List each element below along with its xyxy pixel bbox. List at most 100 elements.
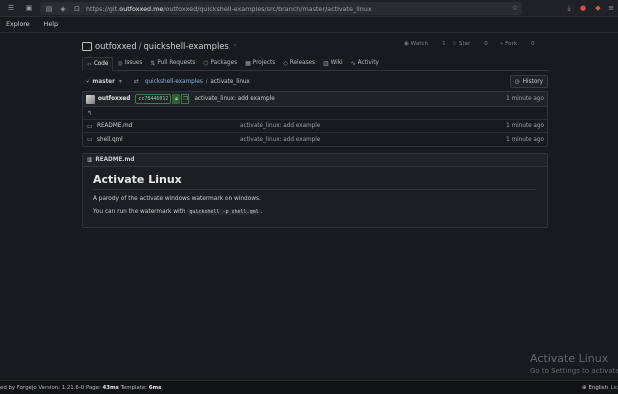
repo-tabs: ‹› Code ◎ Issues ⇅ Pull Requests ⬡ Packages …: [82, 57, 548, 71]
nav-explore[interactable]: Explore: [6, 21, 30, 28]
readme-body: Activate Linux A parody of the activate …: [83, 167, 547, 228]
commit-time: 1 minute ago: [506, 96, 544, 102]
readme-paragraph: You can run the watermark with quickshel…: [93, 209, 263, 215]
breadcrumb-current: activate_linux: [210, 78, 250, 85]
site-nav: Explore Help: [0, 17, 618, 33]
branch-icon: ⑂: [86, 78, 90, 85]
activate-linux-watermark: Activate Linux Go to Settings to activat…: [530, 352, 618, 375]
url-bar[interactable]: ▤ ◈ ⊡ https://git. outfoxxed.me/outfoxxed…: [40, 2, 522, 15]
book-icon: ▥: [87, 157, 93, 163]
compare-icon[interactable]: ⇄: [134, 78, 139, 85]
lock-icon[interactable]: ⊡: [72, 4, 82, 14]
readme-header: ▥ README.md: [83, 154, 547, 167]
file-name[interactable]: shell.qml: [97, 137, 123, 143]
back-arrow-icon: ↰: [87, 109, 93, 117]
table-row[interactable]: ▭ shell.qml activate_linux: add example …: [83, 133, 547, 146]
tab-packages[interactable]: ⬡ Packages: [199, 56, 241, 70]
inline-code: quickshell -p shell.qml: [187, 209, 261, 215]
history-icon: ◷: [514, 78, 520, 85]
file-time: 1 minute ago: [506, 123, 544, 129]
table-row[interactable]: ▭ README.md activate_linux: add example …: [83, 120, 547, 133]
reader-icon: ▤: [45, 4, 53, 13]
file-commit-message[interactable]: activate_linux: add example: [240, 123, 320, 129]
tab-pull-requests[interactable]: ⇅ Pull Requests: [146, 56, 199, 70]
extension-icon[interactable]: ◆: [593, 3, 603, 13]
star-count: 0: [484, 41, 488, 47]
download-icon[interactable]: ⤓: [564, 3, 574, 13]
branch-selector[interactable]: ⑂ master ▾: [82, 76, 126, 88]
branch-name: master: [92, 78, 115, 85]
repo-separator: /: [138, 41, 142, 51]
latest-commit-bar: outfoxxed cc78446012 🔒︎ ❐ activate_linux…: [83, 92, 547, 107]
extension-badge-icon[interactable]: ●: [578, 3, 588, 13]
chevron-down-icon: ▾: [118, 78, 122, 85]
watch-button[interactable]: ◉ Watch 1: [404, 41, 452, 47]
verified-lock-icon: 🔒︎: [172, 94, 181, 104]
shield-icon[interactable]: ◈: [58, 4, 68, 14]
breadcrumb: quickshell-examples / activate_linux: [145, 79, 250, 85]
tab-releases[interactable]: ◇ Releases: [279, 56, 319, 70]
bookmark-star-icon[interactable]: ☆: [510, 3, 520, 13]
package-icon: ⬡: [203, 59, 209, 67]
fork-button[interactable]: ⑂ Fork 0: [500, 41, 548, 47]
file-table: outfoxxed cc78446012 🔒︎ ❐ activate_linux…: [82, 91, 548, 147]
tab-projects[interactable]: ▦ Projects: [241, 56, 279, 70]
tab-issues[interactable]: ◎ Issues: [113, 56, 146, 70]
tab-list-icon[interactable]: ▣: [24, 3, 34, 13]
sidebar-toggle-icon[interactable]: ☰: [6, 3, 16, 13]
globe-icon: ⊕: [582, 384, 587, 391]
readme-paragraph: A parody of the activate windows waterma…: [93, 196, 261, 202]
watermark-subtitle: Go to Settings to activate: [530, 367, 618, 375]
star-button[interactable]: ☆ Star 0: [452, 41, 500, 47]
file-icon: ▭: [87, 136, 93, 143]
repo-actions: ◉ Watch 1 ☆ Star 0 ⑂ Fork 0: [404, 41, 548, 47]
readme-title: Activate Linux: [93, 173, 536, 190]
issue-icon: ◎: [117, 59, 123, 67]
tab-code[interactable]: ‹› Code: [82, 57, 114, 71]
pull-request-icon: ⇅: [150, 59, 156, 67]
avatar[interactable]: [86, 94, 95, 104]
parent-directory-row[interactable]: ↰: [83, 107, 547, 120]
star-icon: ☆: [452, 41, 459, 47]
commit-message[interactable]: activate_linux: add example: [194, 96, 274, 102]
eye-icon: ◉: [404, 41, 411, 47]
commit-author[interactable]: outfoxxed: [98, 96, 130, 102]
language-selector[interactable]: ⊕ English: [582, 385, 608, 391]
project-icon: ▦: [245, 59, 251, 67]
book-icon: ▥: [323, 59, 329, 67]
fork-count: 0: [531, 41, 535, 47]
watermark-title: Activate Linux: [530, 352, 609, 365]
branch-row: ⑂ master ▾ ⇄ quickshell-examples / activ…: [82, 75, 548, 88]
menu-icon[interactable]: ≡: [606, 3, 616, 13]
readme-panel: ▥ README.md Activate Linux A parody of t…: [82, 153, 548, 228]
url-prefix: https://git.: [86, 4, 120, 13]
url-path: /outfoxxed/quickshell-examples/src/branc…: [163, 4, 372, 13]
tag-icon: ◇: [283, 59, 288, 67]
url-host: outfoxxed.me: [119, 4, 164, 13]
readme-filename: README.md: [95, 157, 135, 163]
breadcrumb-separator: /: [205, 78, 208, 85]
repo-owner-link[interactable]: outfoxxed: [95, 41, 137, 51]
commit-sha[interactable]: cc78446012: [135, 94, 172, 104]
code-icon: ‹›: [87, 60, 92, 68]
rss-icon[interactable]: ◜: [234, 43, 236, 50]
file-name[interactable]: README.md: [97, 123, 132, 129]
footer-licenses-link[interactable]: Lic: [611, 385, 618, 391]
breadcrumb-repo-link[interactable]: quickshell-examples: [145, 79, 203, 85]
nav-help[interactable]: Help: [44, 21, 58, 28]
repo-header: outfoxxed / quickshell-examples ◜ ◉ Watc…: [82, 38, 548, 54]
tab-wiki[interactable]: ▥ Wiki: [319, 56, 347, 70]
footer-version: ed by Forgejo Version: 1.21.6-0 Page: 43…: [0, 384, 162, 391]
browser-toolbar: ☰ ▣ ▤ ◈ ⊡ https://git. outfoxxed.me/outfo…: [0, 0, 618, 17]
watch-count: 1: [442, 41, 446, 47]
copy-icon[interactable]: ❐: [181, 94, 190, 104]
page-footer: ed by Forgejo Version: 1.21.6-0 Page: 43…: [0, 380, 618, 394]
file-time: 1 minute ago: [506, 136, 544, 143]
repo-name-link[interactable]: quickshell-examples: [143, 41, 228, 51]
file-commit-message[interactable]: activate_linux: add example: [240, 137, 320, 143]
history-button[interactable]: ◷ History: [509, 75, 548, 88]
pulse-icon: ∿: [350, 59, 356, 67]
tab-activity[interactable]: ∿ Activity: [347, 56, 383, 70]
file-icon: ▭: [87, 122, 93, 130]
repo-icon: [82, 41, 92, 51]
